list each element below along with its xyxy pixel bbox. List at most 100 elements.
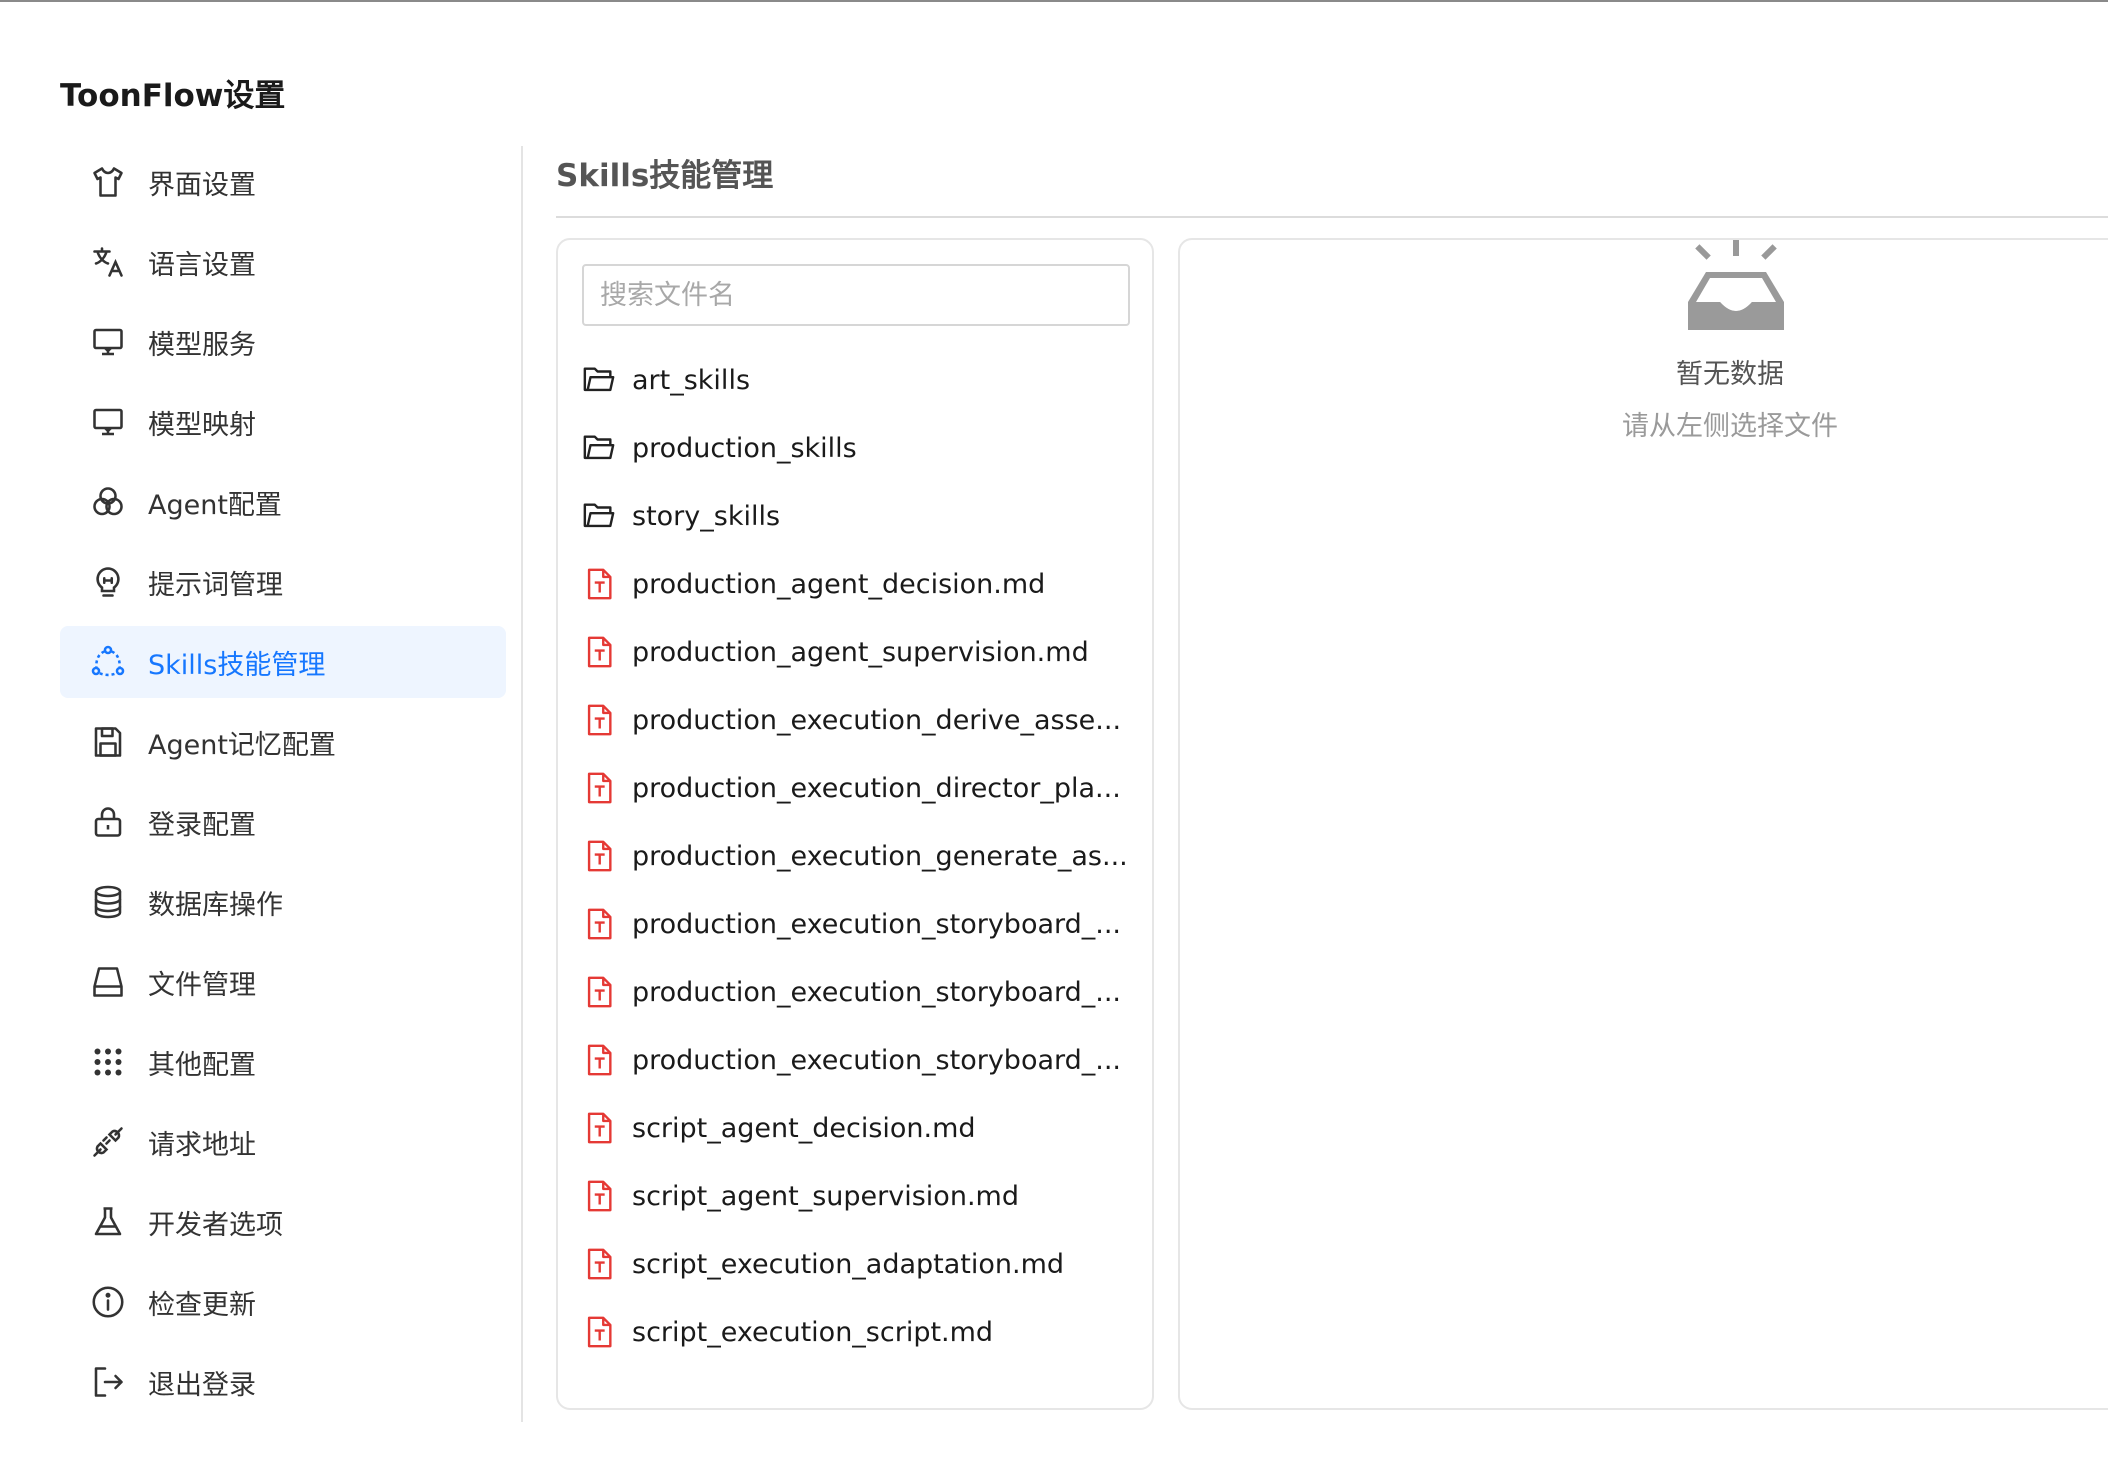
file-name: production_execution_generate_as... [632,840,1128,872]
folder-item[interactable]: art_skills [582,346,1142,414]
file-item[interactable]: script_execution_adaptation.md [582,1230,1142,1298]
bulb-icon [90,564,126,600]
file-item[interactable]: production_execution_generate_as... [582,822,1142,890]
window-top-border [0,0,2108,2]
text-file-icon [582,907,616,941]
file-item[interactable]: production_execution_derive_asse... [582,686,1142,754]
sidebar-item-label: 模型服务 [148,329,256,361]
file-name: script_execution_adaptation.md [632,1248,1065,1280]
sidebar-item-prompt-management[interactable]: 提示词管理 [60,546,506,618]
sidebar-item-label: 退出登录 [148,1369,256,1401]
sidebar-item-label: 提示词管理 [148,569,283,601]
sidebar-item-file-management[interactable]: 文件管理 [60,946,506,1018]
flask-icon [90,1204,126,1240]
text-file-icon [582,567,616,601]
file-name: art_skills [632,364,751,396]
file-item[interactable]: script_agent_decision.md [582,1094,1142,1162]
settings-sidebar: 界面设置 语言设置 模型服务 模型映射 Agent配置 提示词管理 Skills… [60,146,506,1426]
sidebar-item-developer-options[interactable]: 开发者选项 [60,1186,506,1258]
sidebar-item-agent-config[interactable]: Agent配置 [60,466,506,538]
sidebar-item-label: 请求地址 [148,1129,256,1161]
drive-icon [90,964,126,1000]
sidebar-item-login-config[interactable]: 登录配置 [60,786,506,858]
title-divider [556,216,2108,218]
file-item[interactable]: production_agent_supervision.md [582,618,1142,686]
file-item[interactable]: script_agent_supervision.md [582,1162,1142,1230]
info-icon [90,1284,126,1320]
file-item[interactable]: production_execution_storyboard_... [582,890,1142,958]
logout-icon [90,1364,126,1400]
sidebar-item-label: 界面设置 [148,169,256,201]
nodes-icon [90,644,126,680]
file-item[interactable]: production_execution_storyboard_... [582,1026,1142,1094]
text-file-icon [582,703,616,737]
sidebar-item-language[interactable]: 语言设置 [60,226,506,298]
file-browser-panel: art_skills production_skills story_skill… [556,238,1154,1410]
sidebar-item-model-mapping[interactable]: 模型映射 [60,386,506,458]
search-input[interactable] [582,264,1130,326]
file-name: production_skills [632,432,857,464]
monitor-icon [90,324,126,360]
text-file-icon [582,1111,616,1145]
database-icon [90,884,126,920]
file-name: story_skills [632,500,781,532]
sidebar-item-label: 开发者选项 [148,1209,283,1241]
folder-icon [582,431,616,465]
page-title: Skills技能管理 [556,158,774,194]
sidebar-item-label: 语言设置 [148,249,256,281]
sidebar-item-agent-memory[interactable]: Agent记忆配置 [60,706,506,778]
empty-state-subtitle: 请从左侧选择文件 [1622,411,1838,442]
text-file-icon [582,1315,616,1349]
empty-inbox-icon [1688,240,1784,330]
file-name: production_execution_storyboard_... [632,1044,1122,1076]
file-preview-panel: 暂无数据 请从左侧选择文件 [1178,238,2108,1410]
lock-icon [90,804,126,840]
sidebar-item-label: Agent记忆配置 [148,729,336,761]
sidebar-item-label: Skills技能管理 [148,649,326,681]
file-list: art_skills production_skills story_skill… [582,346,1142,1366]
sidebar-item-label: Agent配置 [148,489,282,521]
sidebar-item-check-update[interactable]: 检查更新 [60,1266,506,1338]
file-item[interactable]: production_execution_storyboard_... [582,958,1142,1026]
sidebar-item-logout[interactable]: 退出登录 [60,1346,506,1418]
file-name: script_execution_script.md [632,1316,994,1348]
monitor-icon [90,404,126,440]
sidebar-item-label: 其他配置 [148,1049,256,1081]
sidebar-item-other-config[interactable]: 其他配置 [60,1026,506,1098]
sidebar-item-interface[interactable]: 界面设置 [60,146,506,218]
file-item[interactable]: production_execution_director_pla... [582,754,1142,822]
folder-item[interactable]: story_skills [582,482,1142,550]
text-file-icon [582,635,616,669]
text-file-icon [582,1043,616,1077]
file-name: production_agent_supervision.md [632,636,1089,668]
text-file-icon [582,839,616,873]
sidebar-item-database[interactable]: 数据库操作 [60,866,506,938]
shirt-icon [90,164,126,200]
circles-icon [90,484,126,520]
sidebar-item-label: 模型映射 [148,409,256,441]
file-name: script_agent_supervision.md [632,1180,1019,1212]
folder-icon [582,499,616,533]
sidebar-item-label: 检查更新 [148,1289,256,1321]
file-item[interactable]: production_agent_decision.md [582,550,1142,618]
app-title: ToonFlow设置 [60,78,286,114]
translate-icon [90,244,126,280]
text-file-icon [582,1247,616,1281]
text-file-icon [582,771,616,805]
sidebar-item-request-url[interactable]: 请求地址 [60,1106,506,1178]
file-name: production_agent_decision.md [632,568,1046,600]
sidebar-item-label: 数据库操作 [148,889,283,921]
file-name: production_execution_derive_asse... [632,704,1122,736]
sidebar-item-model-service[interactable]: 模型服务 [60,306,506,378]
file-name: production_execution_storyboard_... [632,976,1122,1008]
text-file-icon [582,975,616,1009]
file-name: production_execution_director_pla... [632,772,1121,804]
folder-item[interactable]: production_skills [582,414,1142,482]
empty-state-title: 暂无数据 [1676,359,1784,390]
sidebar-item-skills[interactable]: Skills技能管理 [60,626,506,698]
plug-icon [90,1124,126,1160]
file-item[interactable]: script_execution_script.md [582,1298,1142,1366]
save-icon [90,724,126,760]
file-name: production_execution_storyboard_... [632,908,1122,940]
dots-grid-icon [90,1044,126,1080]
